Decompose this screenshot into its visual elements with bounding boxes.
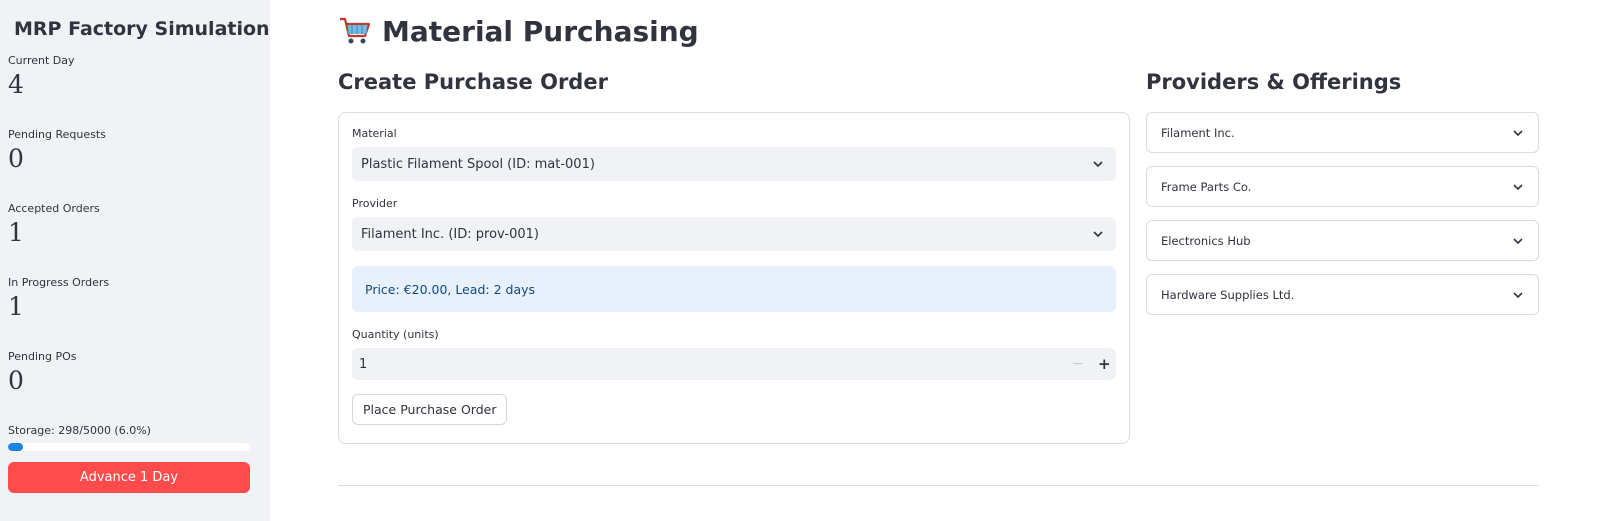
increment-button[interactable]: + xyxy=(1098,355,1111,373)
metric-value: 4 xyxy=(8,70,24,99)
provider-expander[interactable]: Filament Inc. xyxy=(1146,112,1539,153)
create-po-heading: Create Purchase Order xyxy=(338,70,608,94)
metric-label: Pending POs xyxy=(8,350,77,363)
metric-label: Accepted Orders xyxy=(8,202,100,215)
provider-name: Electronics Hub xyxy=(1161,233,1251,248)
providers-list: Filament Inc. Frame Parts Co. Electronic… xyxy=(1146,112,1539,328)
metric-value: 1 xyxy=(8,218,24,247)
chevron-down-icon xyxy=(1513,237,1523,244)
page-title-text: Material Purchasing xyxy=(382,14,699,48)
metric-value: 1 xyxy=(8,292,24,321)
material-select[interactable]: Plastic Filament Spool (ID: mat-001) xyxy=(352,147,1116,181)
stepper-buttons: − + xyxy=(1072,355,1110,373)
purchase-order-form: Material Plastic Filament Spool (ID: mat… xyxy=(338,112,1130,444)
chevron-down-icon xyxy=(1513,129,1523,136)
sidebar: MRP Factory Simulation Current Day 4 Pen… xyxy=(0,0,270,521)
advance-day-button[interactable]: Advance 1 Day xyxy=(8,462,250,493)
chevron-down-icon xyxy=(1093,161,1103,168)
decrement-button[interactable]: − xyxy=(1072,356,1084,372)
metric-label: Pending Requests xyxy=(8,128,106,141)
metric-value: 0 xyxy=(8,144,24,173)
app-title: MRP Factory Simulation xyxy=(8,18,270,40)
metric-pending-pos: Pending POs 0 xyxy=(8,350,262,414)
quantity-stepper[interactable]: 1 − + xyxy=(352,348,1116,380)
storage-progress-fill xyxy=(8,443,23,451)
providers-heading: Providers & Offerings xyxy=(1146,70,1402,94)
provider-name: Filament Inc. xyxy=(1161,125,1235,140)
provider-select[interactable]: Filament Inc. (ID: prov-001) xyxy=(352,217,1116,251)
provider-expander[interactable]: Hardware Supplies Ltd. xyxy=(1146,274,1539,315)
metric-accepted-orders: Accepted Orders 1 xyxy=(8,202,262,266)
storage-progress-bar xyxy=(8,443,250,451)
chevron-down-icon xyxy=(1513,183,1523,190)
metric-label: In Progress Orders xyxy=(8,276,110,289)
provider-name: Hardware Supplies Ltd. xyxy=(1161,287,1295,302)
section-divider xyxy=(338,485,1539,486)
chevron-down-icon xyxy=(1513,291,1523,298)
material-select-value: Plastic Filament Spool (ID: mat-001) xyxy=(361,156,595,172)
metric-current-day: Current Day 4 xyxy=(8,54,262,118)
metric-pending-requests: Pending Requests 0 xyxy=(8,128,262,192)
metric-value: 0 xyxy=(8,366,24,395)
price-info-box: Price: €20.00, Lead: 2 days xyxy=(352,266,1116,312)
provider-label: Provider xyxy=(352,197,398,210)
app-title-text: MRP Factory Simulation xyxy=(14,18,270,40)
provider-name: Frame Parts Co. xyxy=(1161,179,1252,194)
provider-expander[interactable]: Frame Parts Co. xyxy=(1146,166,1539,207)
chevron-down-icon xyxy=(1093,231,1103,238)
provider-expander[interactable]: Electronics Hub xyxy=(1146,220,1539,261)
page-title: Material Purchasing xyxy=(338,14,699,48)
quantity-label: Quantity (units) xyxy=(352,328,439,341)
metric-label: Current Day xyxy=(8,54,75,67)
price-info-text: Price: €20.00, Lead: 2 days xyxy=(365,281,536,297)
quantity-input[interactable]: 1 xyxy=(359,357,367,372)
place-purchase-order-button[interactable]: Place Purchase Order xyxy=(352,394,508,425)
storage-label: Storage: 298/5000 (6.0%) xyxy=(8,424,151,437)
shopping-cart-icon xyxy=(340,17,371,44)
provider-select-value: Filament Inc. (ID: prov-001) xyxy=(361,226,539,242)
material-label: Material xyxy=(352,127,397,140)
metric-in-progress-orders: In Progress Orders 1 xyxy=(8,276,262,340)
